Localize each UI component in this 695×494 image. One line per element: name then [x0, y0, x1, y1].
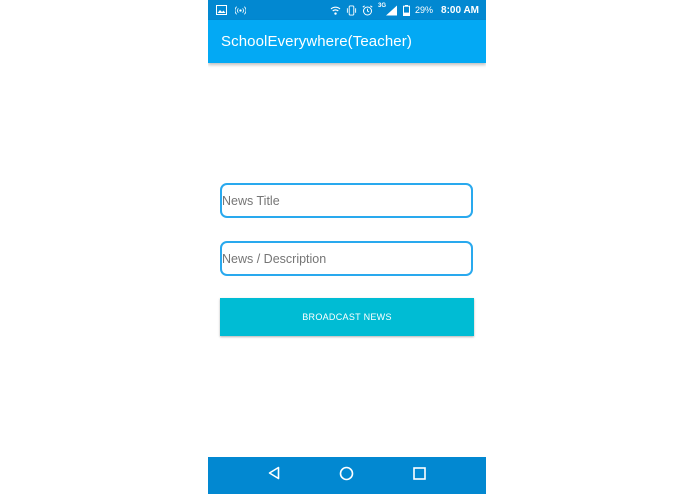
battery-icon [403, 4, 410, 16]
image-icon [216, 5, 227, 16]
status-bar-right: 3G 29% 8:00 AM [330, 2, 486, 16]
hotspot-icon [235, 5, 246, 16]
battery-percentage: 29% [415, 5, 434, 15]
vibrate-icon [346, 4, 357, 16]
clock-time: 8:00 AM [441, 4, 479, 16]
status-bar: 3G 29% 8:00 AM [208, 0, 486, 20]
signal-icon: 3G [378, 2, 398, 16]
recents-icon [413, 466, 426, 485]
home-icon [339, 466, 354, 486]
back-icon [267, 466, 281, 485]
alarm-icon [362, 4, 373, 16]
news-title-input[interactable] [222, 185, 471, 216]
news-description-field[interactable] [220, 241, 473, 276]
recents-button[interactable] [405, 461, 435, 491]
network-type-label: 3G [378, 2, 387, 9]
phone-screen: 3G 29% 8:00 AM SchoolEverywhere(Teacher) [208, 0, 486, 494]
navigation-bar [208, 457, 486, 494]
news-description-input[interactable] [222, 243, 471, 274]
news-title-field[interactable] [220, 183, 473, 218]
broadcast-news-button[interactable]: BROADCAST NEWS [220, 298, 474, 336]
back-button[interactable] [259, 461, 289, 491]
home-button[interactable] [332, 461, 362, 491]
app-title: SchoolEverywhere(Teacher) [221, 33, 412, 50]
wifi-icon [330, 5, 341, 16]
app-bar: SchoolEverywhere(Teacher) [208, 20, 486, 63]
status-bar-left [208, 5, 246, 16]
